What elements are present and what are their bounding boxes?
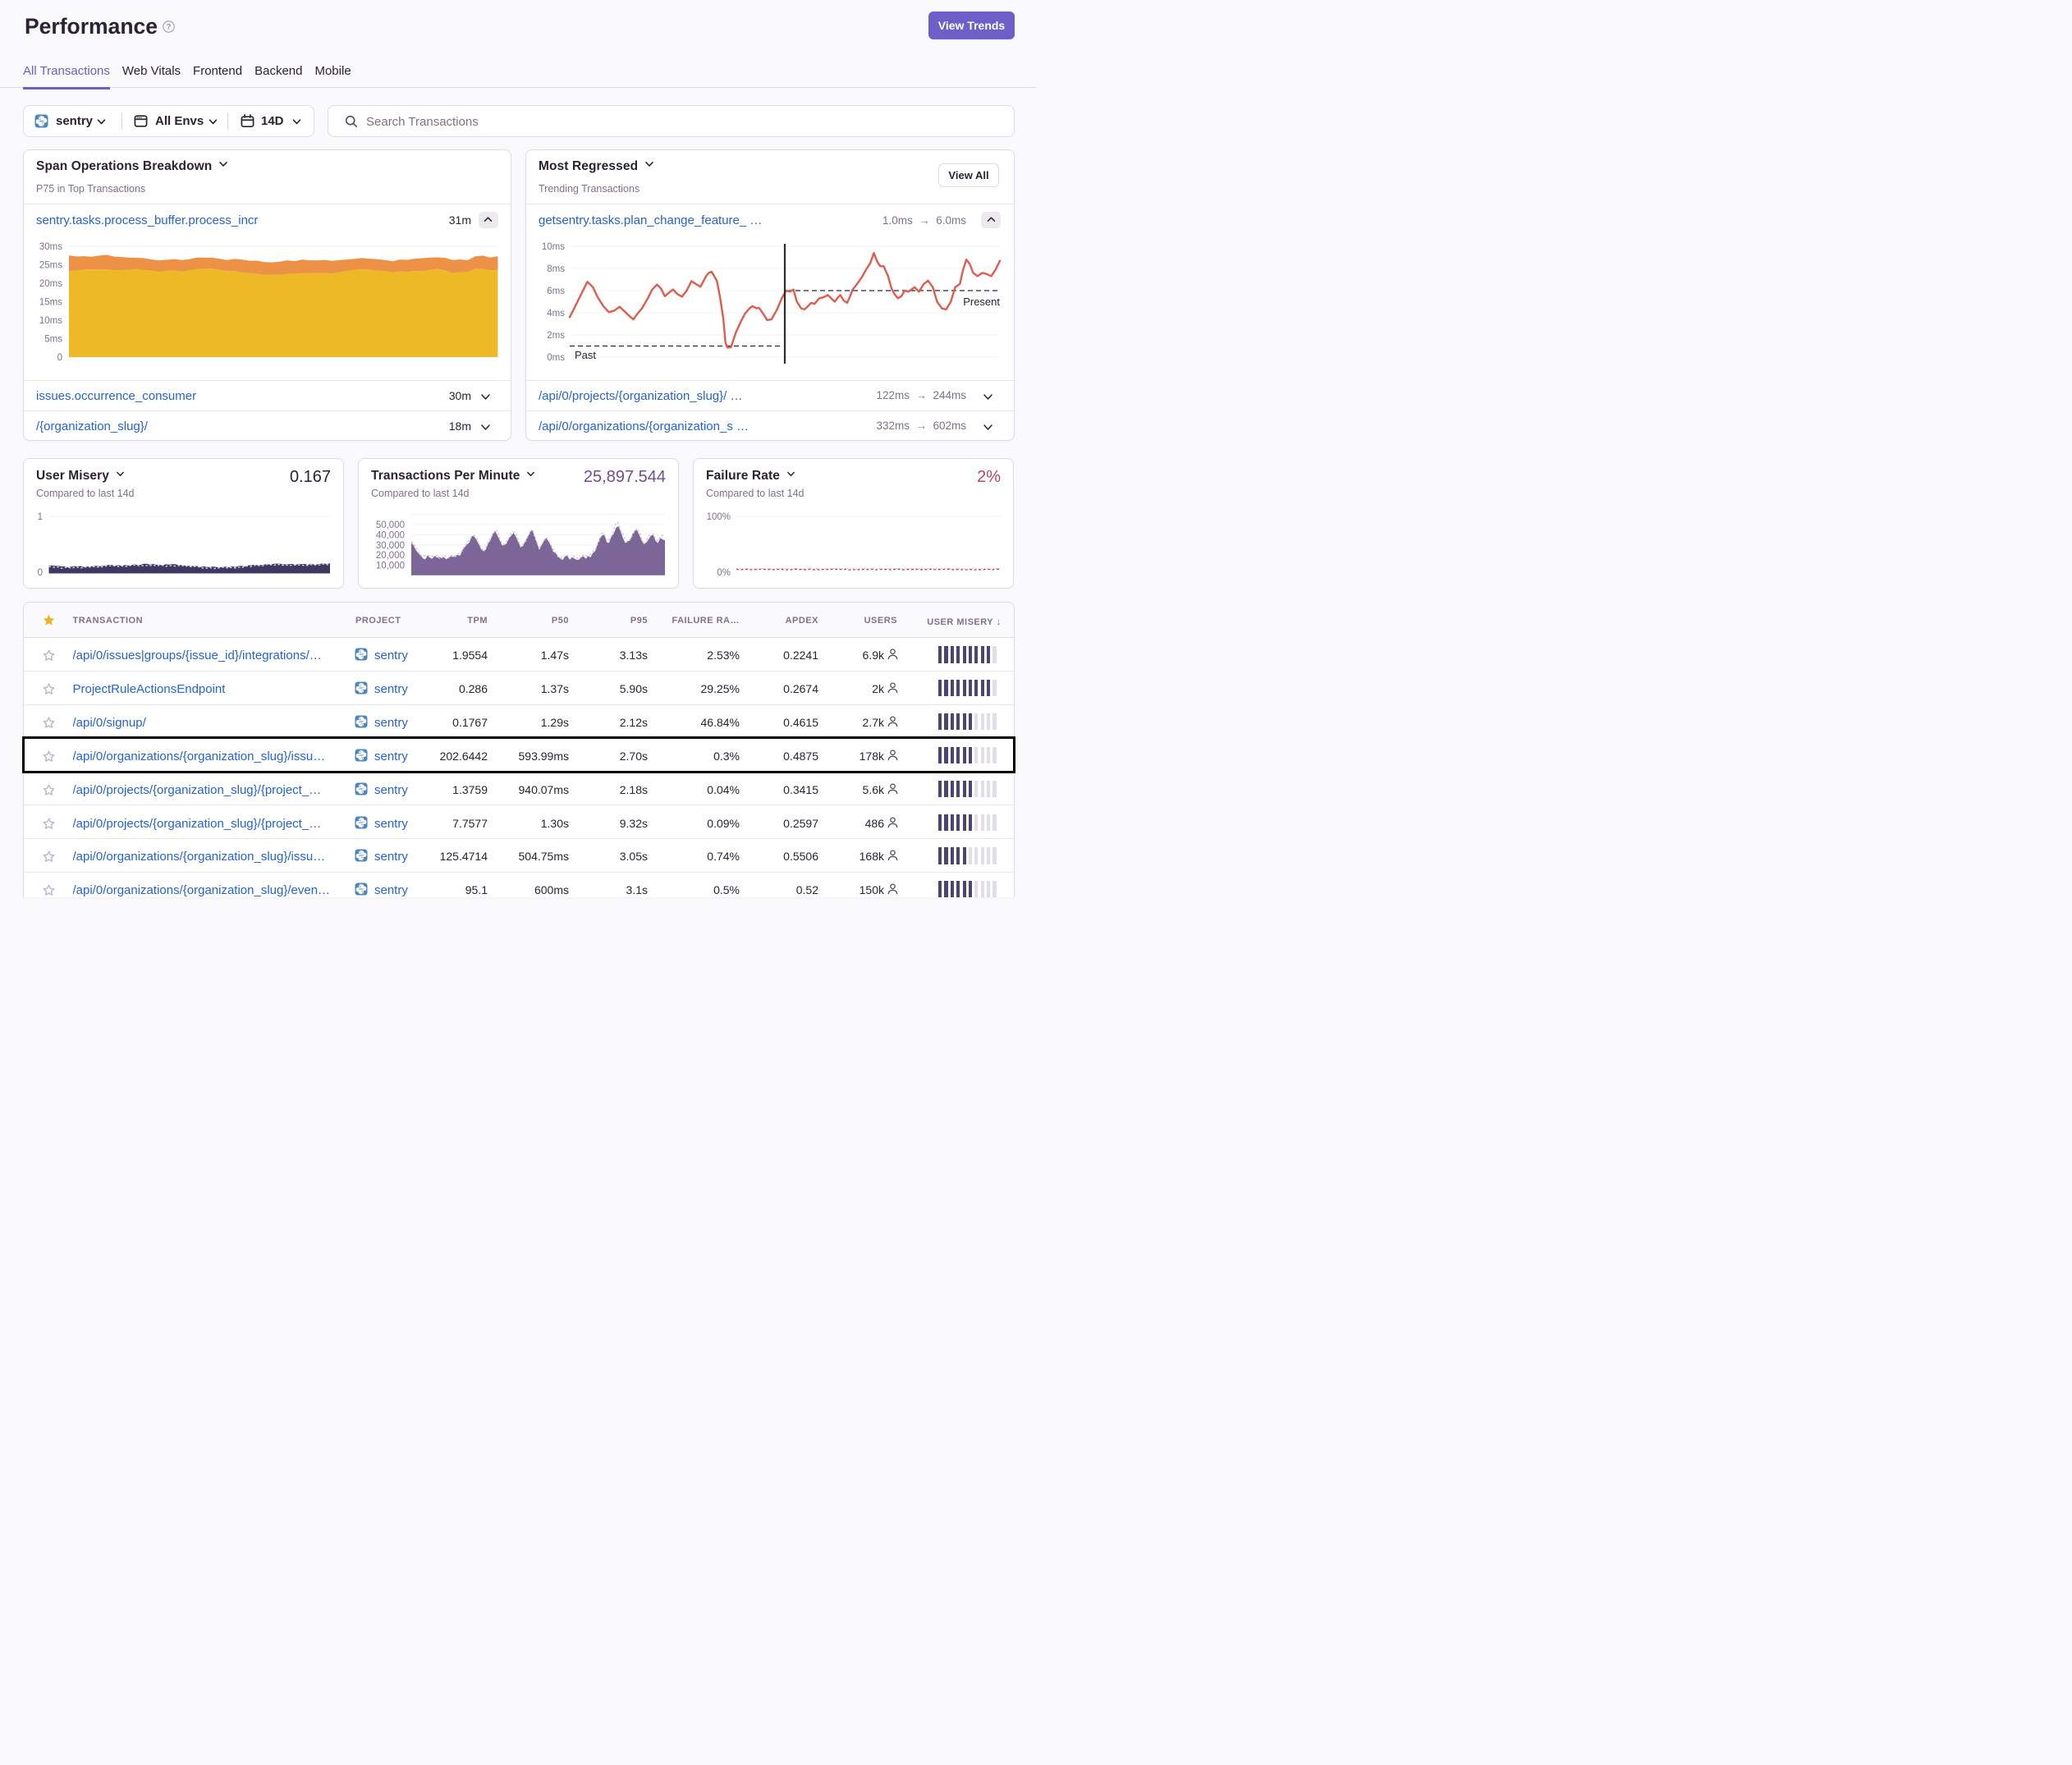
svg-text:40,000: 40,000 [376,530,405,540]
svg-text:1: 1 [38,512,43,522]
svg-text:15ms: 15ms [39,298,62,308]
svg-text:?: ? [167,22,172,31]
svg-text:5ms: 5ms [44,335,62,345]
svg-text:6ms: 6ms [547,287,565,296]
svg-text:20ms: 20ms [39,279,62,289]
svg-text:10ms: 10ms [39,316,62,326]
svg-text:0%: 0% [717,568,731,578]
svg-text:4ms: 4ms [547,309,565,319]
svg-text:20,000: 20,000 [376,551,405,561]
svg-text:0: 0 [57,353,62,363]
svg-text:0ms: 0ms [547,353,565,363]
svg-text:8ms: 8ms [547,264,565,274]
svg-text:10,000: 10,000 [376,562,405,571]
svg-text:2ms: 2ms [547,331,565,341]
svg-text:25ms: 25ms [39,261,62,271]
svg-text:0: 0 [38,568,43,578]
svg-text:30,000: 30,000 [376,541,405,551]
svg-text:30ms: 30ms [39,242,62,252]
svg-text:10ms: 10ms [542,242,565,252]
svg-text:Present: Present [963,296,1000,308]
svg-text:100%: 100% [707,512,731,522]
svg-text:50,000: 50,000 [376,520,405,530]
svg-text:Past: Past [575,349,596,361]
